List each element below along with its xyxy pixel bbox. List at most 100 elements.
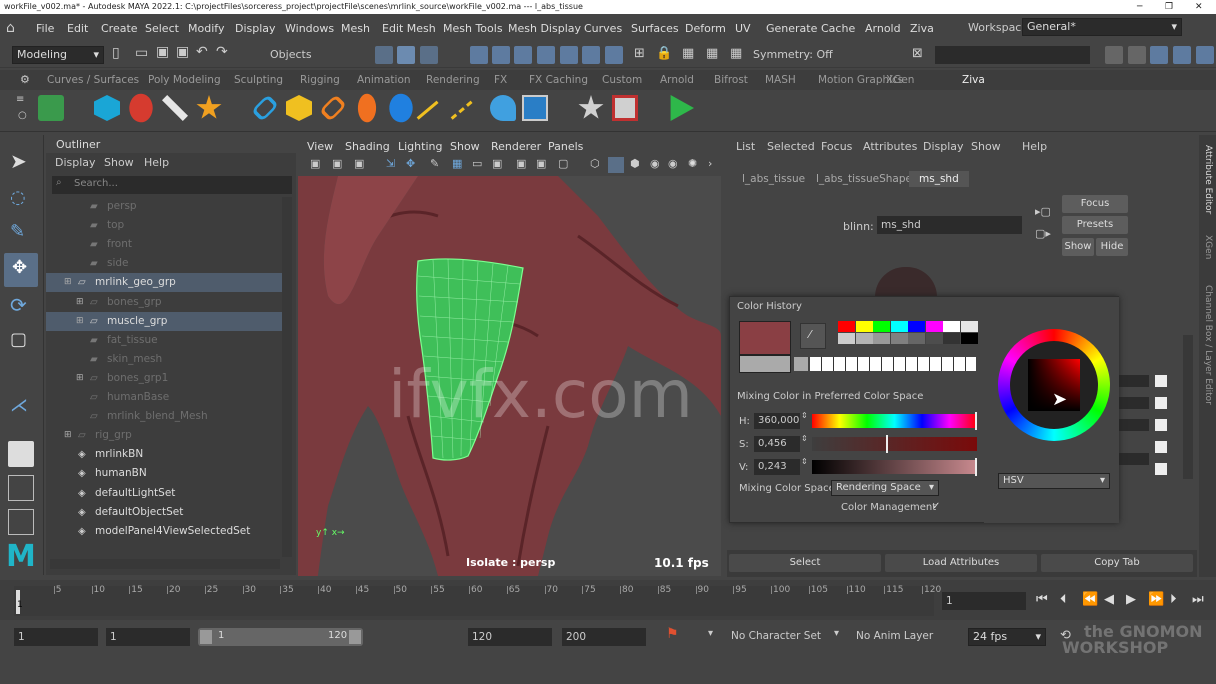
eyedropper-button[interactable]: ⁄ (800, 323, 826, 349)
outliner-row[interactable]: ⊞ ▱ mrlink_geo_grp (46, 273, 282, 293)
step-back-frame-icon[interactable]: ⏴ (1060, 592, 1067, 607)
viewport-menu-show[interactable]: Show (450, 140, 480, 153)
wireframe-on-shaded-icon[interactable]: ⬢ (630, 157, 640, 170)
menu-uv[interactable]: UV (735, 22, 751, 35)
playback-start-field[interactable]: 1 (106, 628, 190, 646)
h-spinner-icon[interactable]: ⇕ (801, 411, 808, 420)
map-button-icon[interactable] (1155, 397, 1167, 409)
grid-icon[interactable]: ▦ (452, 157, 462, 170)
palette-swatch[interactable] (838, 321, 855, 332)
step-forward-frame-icon[interactable]: ⏵ (1170, 592, 1177, 607)
palette-swatch[interactable] (925, 321, 943, 332)
menu-set-select[interactable]: Modeling ▾ (12, 46, 104, 64)
outliner-row[interactable]: ▰ persp (46, 197, 282, 216)
scale-tool-icon[interactable]: ▢ (10, 329, 27, 350)
palette-swatch[interactable] (890, 333, 908, 344)
shelf-tab-bifrost[interactable]: Bifrost (714, 74, 748, 86)
snap-point-icon[interactable] (514, 46, 532, 64)
show-button[interactable]: Show (1062, 238, 1094, 256)
focus-button[interactable]: Focus (1062, 195, 1128, 213)
camera-attrs-icon[interactable]: ▣ (332, 157, 342, 170)
safe-action-icon[interactable]: ▢ (558, 157, 568, 170)
outliner-row[interactable]: ◈ defaultObjectSet (46, 503, 282, 522)
map-button-icon[interactable] (1155, 441, 1167, 453)
shelf-tab-sculpting[interactable]: Sculpting (234, 74, 283, 86)
outliner-row[interactable]: ▰ skin_mesh (46, 350, 282, 369)
shelf-tab-ziva[interactable]: Ziva (962, 74, 985, 86)
expand-icon[interactable]: ⊞ (76, 312, 84, 331)
snap-pivot-icon[interactable] (605, 46, 623, 64)
shelf-tab-arnold[interactable]: Arnold (660, 74, 694, 86)
snap-view-icon[interactable] (537, 46, 555, 64)
more-icon[interactable]: › (708, 157, 712, 170)
viewport-menu-view[interactable]: View (307, 140, 333, 153)
shelf-tab-rigging[interactable]: Rigging (300, 74, 340, 86)
input-field[interactable] (935, 46, 1090, 64)
menu-edit[interactable]: Edit (67, 22, 88, 35)
palette-swatch[interactable] (908, 321, 925, 332)
shelf-tab-poly-modeling[interactable]: Poly Modeling (148, 74, 221, 86)
lasso-tool-icon[interactable]: ◌ (10, 187, 26, 208)
menu-mesh-display[interactable]: Mesh Display (508, 22, 581, 35)
anim-layer-arrow-icon[interactable]: ▾ (834, 628, 839, 639)
play-forward-icon[interactable]: ▶ (1126, 592, 1136, 607)
map-button-icon[interactable] (1155, 375, 1167, 387)
shelf-options-icon[interactable]: ≡ (16, 94, 24, 105)
home-icon[interactable]: ⌂ (6, 20, 15, 36)
menu-edit-mesh[interactable]: Edit Mesh (382, 22, 436, 35)
copy-tab-button[interactable]: Copy Tab (1041, 554, 1193, 572)
shelf-tab-animation[interactable]: Animation (357, 74, 411, 86)
output-connection-icon[interactable]: ▢▸ (1035, 227, 1051, 240)
outliner-menu-display[interactable]: Display (55, 156, 96, 169)
auto-key-icon[interactable]: ⚑ (666, 626, 679, 642)
ziva-ui-icon[interactable] (522, 95, 548, 121)
map-button-icon[interactable] (1155, 463, 1167, 475)
current-frame-field[interactable]: 1 (942, 592, 1026, 610)
range-slider[interactable]: 1 120 (198, 628, 363, 646)
select-camera-icon[interactable]: ⇲ (386, 157, 395, 170)
single-view-icon[interactable] (8, 441, 34, 467)
go-to-end-icon[interactable]: ⏭ (1192, 592, 1204, 607)
ae-menu-display[interactable]: Display (923, 140, 964, 153)
h-slider[interactable] (812, 412, 977, 430)
outliner-row[interactable]: ◈ humanBN (46, 464, 282, 483)
select-component-icon[interactable] (420, 46, 438, 64)
channel-box-toggle-icon[interactable] (1196, 46, 1214, 64)
outliner-search[interactable]: ⌕ Search... (52, 176, 292, 194)
menu-surfaces[interactable]: Surfaces (631, 22, 679, 35)
scene-end-field[interactable]: 200 (562, 628, 646, 646)
outliner-row[interactable]: ⊞ ▱ muscle_grp (46, 311, 282, 331)
menu-modify[interactable]: Modify (188, 22, 224, 35)
snap-vertex-icon[interactable] (582, 46, 600, 64)
lock-camera-icon[interactable]: ✥ (406, 157, 415, 170)
minimize-icon[interactable]: ─ (1137, 0, 1142, 14)
new-scene-icon[interactable]: ▯ (112, 45, 120, 61)
ae-menu-focus[interactable]: Focus (821, 140, 852, 153)
ziva-cache-icon[interactable] (490, 95, 516, 121)
character-set-arrow-icon[interactable]: ▾ (708, 628, 713, 639)
ae-menu-attributes[interactable]: Attributes (863, 140, 917, 153)
mixing-space-select[interactable]: Rendering Space ▾ (831, 480, 939, 496)
outliner-row[interactable]: ▱ humanBase (46, 388, 282, 407)
menu-mesh-tools[interactable]: Mesh Tools (443, 22, 503, 35)
render-icon[interactable]: ▦ (682, 46, 694, 61)
outliner-row[interactable]: ▰ top (46, 216, 282, 235)
scene-start-field[interactable]: 1 (14, 628, 98, 646)
palette-swatch[interactable] (925, 333, 943, 344)
map-button-icon[interactable] (1155, 419, 1167, 431)
shelf-tab-custom[interactable]: Custom (602, 74, 642, 86)
symmetry-label[interactable]: Symmetry: Off (753, 48, 833, 61)
shelf-collapse-icon[interactable]: ○ (18, 110, 27, 121)
outliner-row[interactable]: ⊞ ▱ bones_grp1 (46, 369, 282, 388)
outliner-row[interactable]: ▰ front (46, 235, 282, 254)
rotate-tool-icon[interactable]: ⟳ (10, 293, 27, 317)
shelf-tab-xgen[interactable]: XGen (886, 74, 914, 86)
v-value-field[interactable]: 0,243 (754, 459, 800, 475)
selection-mode-label[interactable]: Objects (270, 48, 312, 61)
move-tool-icon[interactable]: ✥ (4, 253, 38, 287)
outliner-row[interactable]: ⊞ ▱ rig_grp (46, 426, 282, 445)
outliner-row[interactable]: ▰ side (46, 254, 282, 273)
image-plane-icon[interactable]: ✎ (430, 157, 439, 170)
ziva-scene-panel-icon[interactable] (612, 95, 638, 121)
outliner-row[interactable]: ⊞ ▱ bones_grp (46, 293, 282, 312)
